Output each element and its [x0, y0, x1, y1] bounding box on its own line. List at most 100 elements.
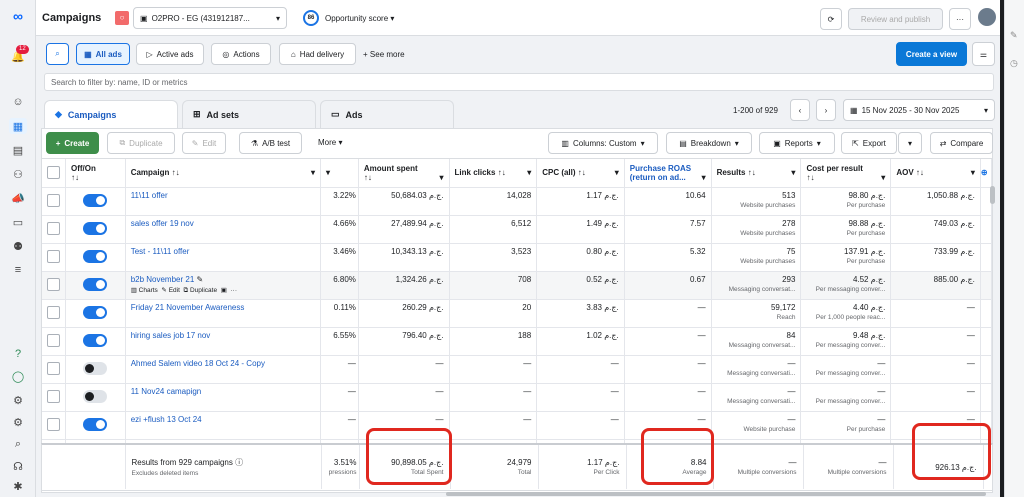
settings-icon[interactable]: ⚙ [9, 392, 27, 408]
campaign-name-cell[interactable]: sales offer 19 nov [125, 215, 322, 244]
more-options-button[interactable]: ··· [949, 8, 971, 30]
header-amount-spent[interactable]: Amount spent ↑↓ ▾ [358, 159, 450, 188]
see-more-link[interactable]: + See more [363, 50, 405, 59]
tab-ads[interactable]: ▭ Ads [320, 100, 454, 128]
people-icon[interactable]: ⚉ [9, 238, 27, 254]
edit-button[interactable]: ✎ Edit [182, 132, 226, 154]
table-icon[interactable]: ▦ [9, 118, 27, 134]
pin-icon[interactable]: ▣ [221, 287, 227, 294]
campaign-name-cell[interactable]: ezi +flush 13 Oct 24 [125, 411, 322, 440]
table-row[interactable]: sales offer 19 nov 4.66% 27,489.94 ج.م. 6,5… [42, 215, 992, 244]
header-purchase-roas[interactable]: Purchase ROAS (return on ad... ▾ [624, 159, 712, 188]
info-icon[interactable]: ⓘ [235, 458, 243, 467]
search-input[interactable]: Search to filter by: name, ID or metrics [44, 73, 994, 91]
pages-icon[interactable]: ▤ [9, 142, 27, 158]
refresh-button[interactable]: ⟳ [820, 8, 842, 30]
tab-adsets[interactable]: ⊞ Ad sets [182, 100, 316, 128]
header-link-clicks[interactable]: Link clicks ↑↓ ▾ [449, 159, 538, 188]
campaign-name[interactable]: hiring sales job 17 nov [131, 331, 211, 340]
filter-all-ads[interactable]: ▦ All ads [76, 43, 130, 65]
header-results[interactable]: Results ↑↓ ▾ [711, 159, 802, 188]
row-checkbox[interactable] [47, 417, 60, 431]
menu-icon[interactable]: ≡ [9, 262, 27, 278]
bug-icon[interactable]: ✱ [9, 478, 27, 494]
avatar[interactable] [978, 8, 996, 26]
table-row[interactable]: b2b November 21 ✎ ▥ Charts ✎ Edit ⧉ Dupli… [42, 271, 992, 300]
horizontal-scrollbar[interactable] [446, 492, 986, 496]
headset-icon[interactable]: ☊ [9, 458, 27, 474]
export-dropdown-button[interactable]: ▾ [898, 132, 922, 154]
compare-button[interactable]: ⇄ Compare [930, 132, 993, 154]
tab-campaigns[interactable]: ◆ Campaigns [44, 100, 178, 128]
row-charts-link[interactable]: ▥ Charts [131, 287, 158, 294]
delivery-toggle[interactable] [83, 305, 108, 319]
add-column-icon[interactable]: ⊕ [980, 159, 992, 188]
chat-icon[interactable]: ◯ [9, 368, 27, 384]
row-checkbox[interactable] [47, 193, 60, 207]
next-page-button[interactable]: › [816, 99, 836, 121]
filter-actions[interactable]: ◎ Actions [211, 43, 271, 65]
audience-icon[interactable]: ⚇ [9, 166, 27, 182]
emoji-icon[interactable]: ☺ [9, 94, 27, 110]
opportunity-score-label[interactable]: Opportunity score ▾ [325, 14, 394, 23]
campaign-name-cell[interactable]: Ahmed Salem video 18 Oct 24 - Copy [125, 355, 322, 384]
search-icon[interactable]: ⌕ [9, 436, 27, 452]
table-row[interactable]: 11 Nov24 camapign — — — — — — Messaging convers… [42, 383, 992, 412]
campaign-name[interactable]: 11\11 offer [131, 191, 168, 200]
header-campaign[interactable]: Campaign ↑↓ ▾ [125, 159, 322, 188]
delivery-toggle[interactable] [83, 361, 108, 375]
header-cpc[interactable]: CPC (all) ↑↓ ▾ [536, 159, 625, 188]
select-all-checkbox[interactable] [47, 166, 60, 180]
campaign-name-cell[interactable]: 11\11 offer [125, 187, 322, 216]
meta-logo-icon[interactable]: ∞ [9, 8, 27, 24]
header-off-on[interactable]: Off/On ↑↓ [65, 159, 126, 188]
campaign-name-cell[interactable]: Test - 11\11 offer [125, 243, 322, 272]
row-checkbox[interactable] [47, 221, 60, 235]
breakdown-button[interactable]: ▤ Breakdown ▾ [666, 132, 752, 154]
campaign-name-cell[interactable]: b2b November 21 ✎ ▥ Charts ✎ Edit ⧉ Dupli… [125, 271, 322, 300]
campaign-name-cell[interactable]: hiring sales job 17 nov [125, 327, 322, 356]
table-row[interactable]: hiring sales job 17 nov 6.55% 796.40 ج.م. 1… [42, 327, 992, 356]
pencil-icon[interactable]: ✎ [1010, 30, 1018, 41]
table-row[interactable]: Test - 11\11 offer 3.46% 10,343.13 ج.م. 3,5… [42, 243, 992, 272]
campaign-name[interactable]: ezi +flush 13 Oct 24 [131, 415, 202, 424]
row-checkbox[interactable] [47, 389, 60, 403]
gear-icon[interactable]: ⚙ [9, 414, 27, 430]
delivery-toggle[interactable] [83, 333, 108, 347]
duplicate-button[interactable]: ⧉ Duplicate [107, 132, 175, 154]
delivery-toggle[interactable] [83, 389, 108, 403]
table-row[interactable]: Ahmed Salem video 18 Oct 24 - Copy — — — — — —… [42, 355, 992, 384]
table-row[interactable]: ezi +flush 13 Oct 24— — — — — — Website purcha… [42, 411, 992, 440]
campaign-name[interactable]: 11 Nov24 camapign [131, 387, 202, 396]
delivery-toggle[interactable] [83, 193, 108, 207]
header-cost-per-result[interactable]: Cost per result ↑↓ ▾ [800, 159, 892, 188]
row-checkbox[interactable] [47, 305, 60, 319]
table-row[interactable]: 11\11 offer 3.22% 50,684.03 ج.م. 14,028 1.17… [42, 187, 992, 216]
row-edit-link[interactable]: ✎ Edit [161, 287, 179, 294]
filter-active-ads[interactable]: ▷ Active ads [136, 43, 204, 65]
campaign-name-cell[interactable]: Friday 21 November Awareness [125, 299, 322, 328]
campaign-name[interactable]: sales offer 19 nov [131, 219, 194, 228]
campaign-name[interactable]: Ahmed Salem video 18 Oct 24 - Copy [131, 359, 265, 368]
export-button[interactable]: ⇱ Export [841, 132, 897, 154]
campaign-name[interactable]: Friday 21 November Awareness [131, 303, 245, 312]
review-publish-button[interactable]: Review and publish [848, 8, 943, 30]
campaign-name[interactable]: Test - 11\11 offer [131, 247, 190, 256]
delivery-toggle[interactable] [83, 249, 108, 263]
row-checkbox[interactable] [47, 277, 60, 291]
create-view-button[interactable]: Create a view [896, 42, 967, 66]
columns-button[interactable]: ▥ Columns: Custom ▾ [548, 132, 658, 154]
more-icon[interactable]: ··· [230, 287, 237, 294]
campaign-name[interactable]: b2b November 21 [131, 275, 195, 284]
search-button[interactable]: ⌕ [46, 43, 69, 65]
help-icon[interactable]: ? [9, 346, 27, 362]
reports-button[interactable]: ▣ Reports ▾ [759, 132, 835, 154]
row-duplicate-link[interactable]: ⧉ Duplicate [184, 287, 218, 294]
campaign-name-cell[interactable]: 11 Nov24 camapign [125, 383, 322, 412]
vertical-scrollbar[interactable] [990, 186, 995, 204]
create-button[interactable]: + Create [46, 132, 99, 154]
row-checkbox[interactable] [47, 361, 60, 375]
date-range-picker[interactable]: ▦ 15 Nov 2025 - 30 Nov 2025 ▾ [843, 99, 995, 121]
header-aov[interactable]: AOV ↑↓ ▾ [890, 159, 981, 188]
pencil-icon[interactable]: ✎ [197, 275, 204, 284]
